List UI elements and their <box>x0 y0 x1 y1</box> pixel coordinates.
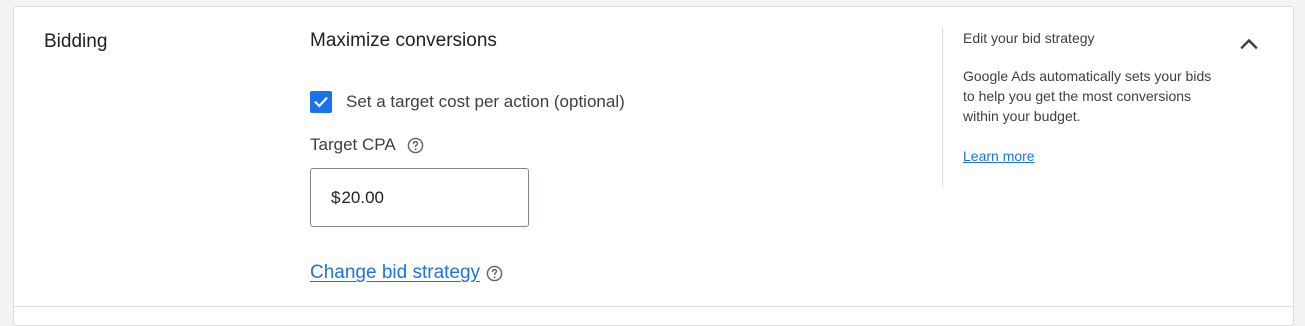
strategy-name: Maximize conversions <box>310 30 497 51</box>
target-cpa-input[interactable]: $ 20.00 <box>310 168 529 227</box>
target-cpa-checkbox-row[interactable]: Set a target cost per action (optional) <box>310 91 625 113</box>
learn-more-link[interactable]: Learn more <box>963 148 1035 164</box>
check-icon <box>314 96 328 108</box>
side-panel-body: Google Ads automatically sets your bids … <box>963 68 1212 124</box>
vertical-divider <box>942 27 943 187</box>
target-cpa-label: Target CPA <box>310 135 396 154</box>
help-circle-icon[interactable] <box>486 265 503 282</box>
chevron-up-icon <box>1240 38 1258 50</box>
bidding-main: Maximize conversions Set a target cost p… <box>310 29 910 283</box>
change-bid-strategy-row: Change bid strategy <box>310 262 503 284</box>
collapse-button[interactable] <box>1235 30 1263 58</box>
section-bottom-divider <box>14 306 1293 307</box>
currency-symbol: $ <box>331 187 341 207</box>
help-circle-icon[interactable] <box>407 137 424 154</box>
section-title: Bidding <box>44 31 108 52</box>
checkbox-label: Set a target cost per action (optional) <box>346 92 625 111</box>
change-bid-strategy-link[interactable]: Change bid strategy <box>310 262 480 284</box>
side-panel: Edit your bid strategy Google Ads automa… <box>963 28 1223 166</box>
target-cpa-label-row: Target CPA <box>310 135 424 155</box>
side-panel-title: Edit your bid strategy <box>963 30 1095 46</box>
target-cpa-checkbox[interactable] <box>310 91 332 113</box>
bidding-card: Bidding Maximize conversions Set a targe… <box>13 6 1294 326</box>
target-cpa-value: 20.00 <box>341 187 385 207</box>
